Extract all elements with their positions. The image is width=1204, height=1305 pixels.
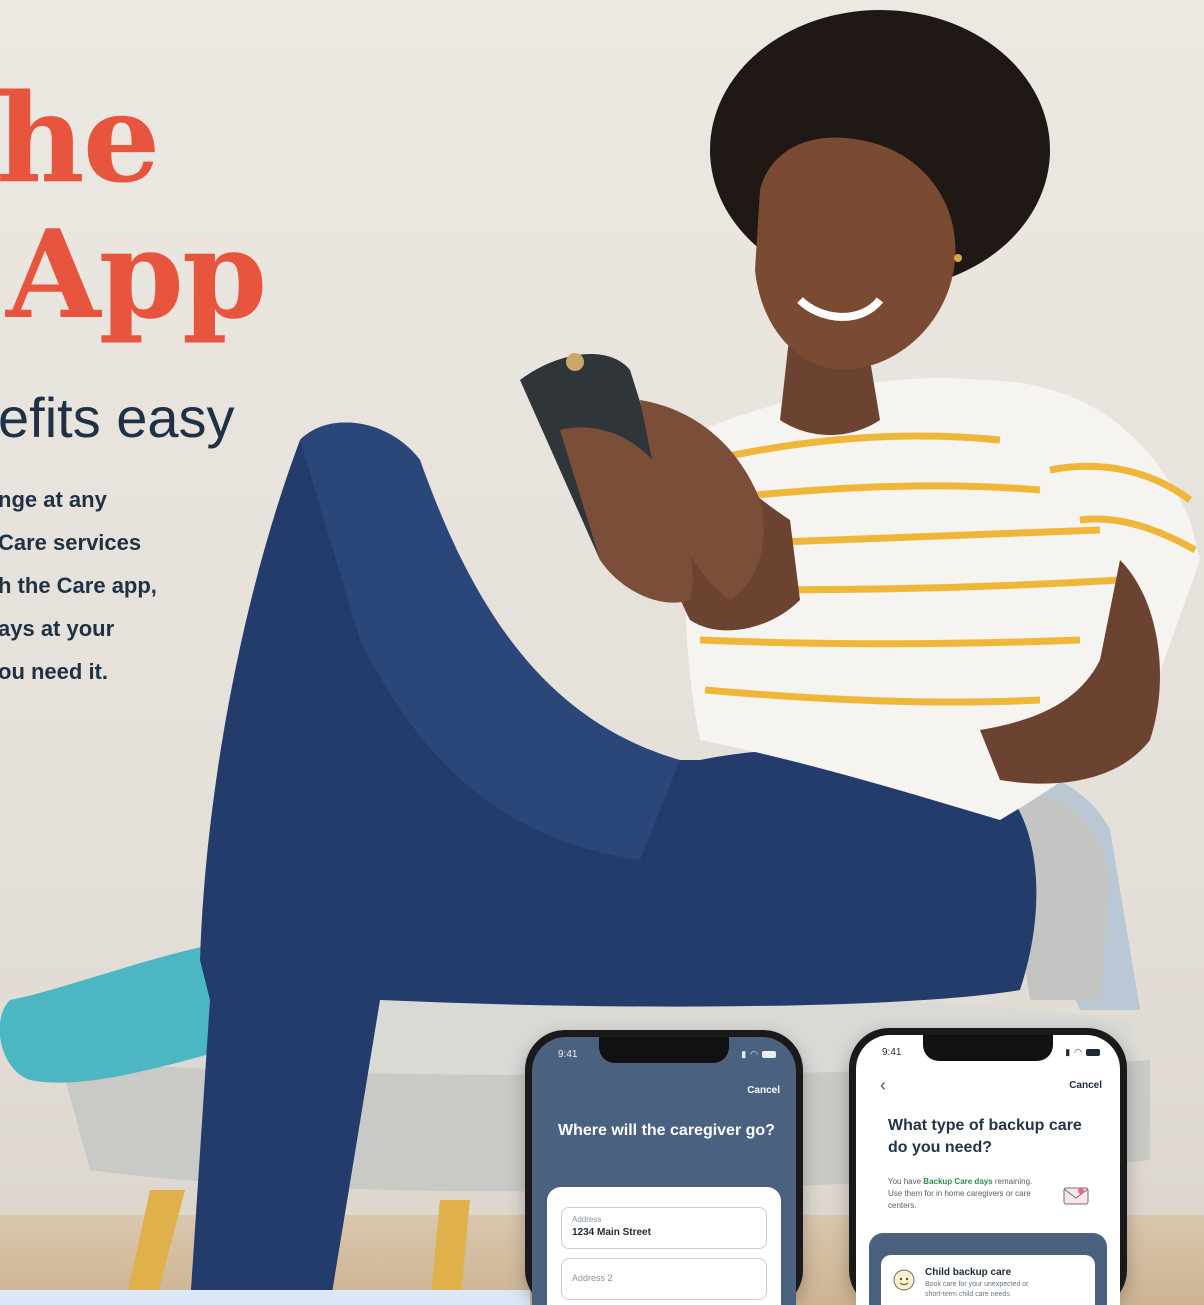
envelope-icon <box>1063 1187 1089 1205</box>
back-chevron-icon[interactable]: ‹ <box>880 1075 886 1096</box>
phone-screen: 9:41 ▮ ◠ ‹ Cancel What type of backup ca… <box>856 1035 1120 1305</box>
hero-body-text: nge at any Care services h the Care app,… <box>0 478 258 693</box>
status-time: 9:41 <box>558 1048 578 1060</box>
phone-mockup-address: 9:41 ▮ ◠ Cancel Where will the caregiver… <box>525 1030 803 1305</box>
phone-mockup-care-type: 9:41 ▮ ◠ ‹ Cancel What type of backup ca… <box>849 1028 1127 1305</box>
hero-title-line-1: he <box>0 66 160 210</box>
address-form: Address 1234 Main Street Address 2 <box>547 1187 781 1305</box>
hero-scene: he App efits easy nge at any Care servic… <box>0 0 1204 1305</box>
care-options-panel: Child backup care Book care for your une… <box>869 1233 1107 1305</box>
child-care-icon <box>893 1269 915 1291</box>
address-2-placeholder: Address 2 <box>572 1273 613 1283</box>
bottom-band <box>0 1290 530 1305</box>
hero-title-line-2: App <box>6 202 267 346</box>
address-value: 1234 Main Street <box>572 1227 651 1238</box>
status-bar: 9:41 ▮ ◠ <box>558 1045 776 1063</box>
hero-body-line: ays at your <box>0 616 115 641</box>
address-label: Address <box>572 1215 602 1224</box>
status-icons: ▮ ◠ <box>1065 1047 1100 1058</box>
cancel-button[interactable]: Cancel <box>1069 1080 1102 1091</box>
hero-subtitle: efits easy <box>0 386 235 449</box>
screen-title: Where will the caregiver go? <box>558 1122 775 1139</box>
address-field[interactable]: Address 1234 Main Street <box>561 1207 767 1249</box>
hero-body-line: ou need it. <box>0 659 108 684</box>
hero-body-line: nge at any <box>0 487 107 512</box>
address-2-field[interactable]: Address 2 <box>561 1258 767 1300</box>
status-bar: 9:41 ▮ ◠ <box>882 1043 1100 1061</box>
hero-body-line: h the Care app, <box>0 573 157 598</box>
hero-title: he App <box>0 66 267 346</box>
signal-icon: ▮ <box>741 1048 747 1059</box>
info-prefix: You have <box>888 1177 924 1186</box>
option-title: Child backup care <box>925 1267 1012 1278</box>
signal-icon: ▮ <box>1065 1046 1071 1057</box>
cancel-button[interactable]: Cancel <box>747 1085 780 1096</box>
backup-days-info: You have Backup Care days remaining. Use… <box>888 1176 1033 1212</box>
status-icons: ▮ ◠ <box>741 1049 776 1060</box>
battery-icon <box>1086 1048 1100 1056</box>
child-backup-care-option[interactable]: Child backup care Book care for your une… <box>881 1255 1095 1305</box>
wifi-icon: ◠ <box>750 1048 758 1059</box>
option-description: Book care for your unexpected or short-t… <box>925 1281 1029 1298</box>
phone-screen: 9:41 ▮ ◠ Cancel Where will the caregiver… <box>532 1037 796 1305</box>
backup-care-days-highlight: Backup Care days <box>923 1177 993 1186</box>
wifi-icon: ◠ <box>1074 1046 1082 1057</box>
screen-title: What type of backup care do you need? <box>888 1117 1082 1156</box>
hero-body-line: Care services <box>0 530 142 555</box>
status-time: 9:41 <box>882 1046 902 1058</box>
battery-icon <box>762 1050 776 1058</box>
